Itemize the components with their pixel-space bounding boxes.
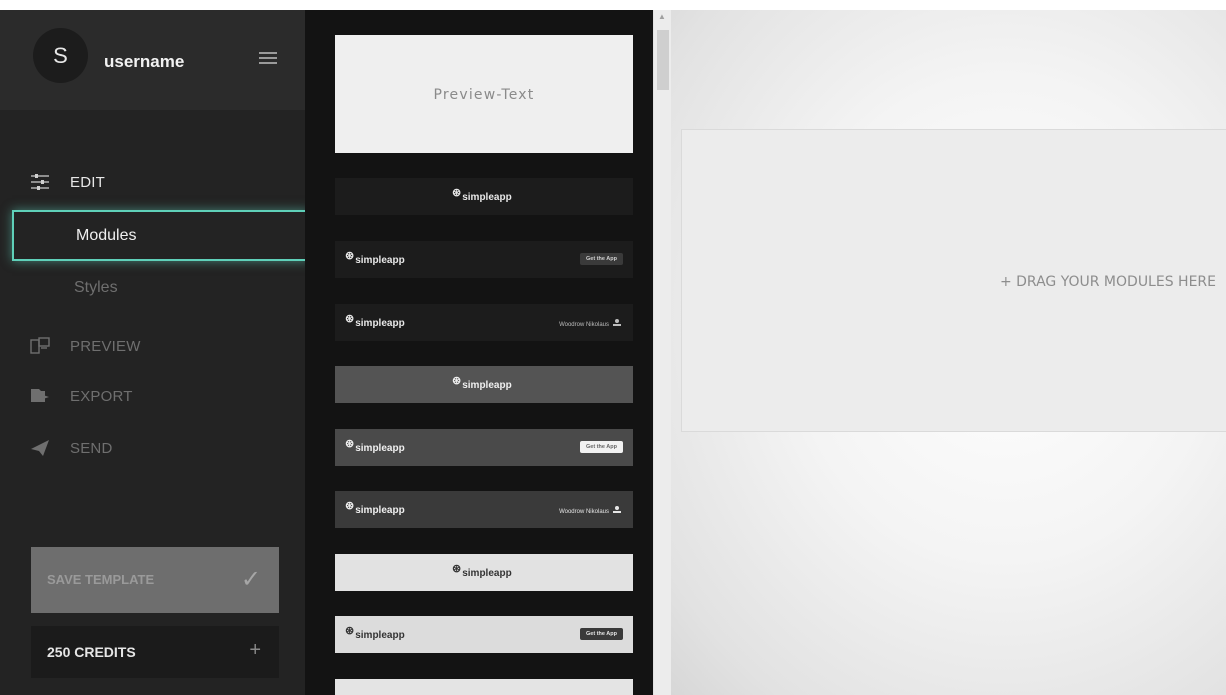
author-label: Woodrow Nikolaus — [559, 319, 621, 328]
module-header-gray-centered[interactable]: ⊛simpleapp — [335, 366, 633, 403]
sidebar: S username EDIT Modules Styles PREVIEW E… — [0, 10, 309, 695]
credits-bar: 250 CREDITS + — [31, 626, 279, 678]
user-icon — [613, 506, 621, 513]
brand-logo: ⊛simpleapp — [452, 563, 512, 579]
drop-hint: + DRAG YOUR MODULES HERE — [999, 274, 1216, 290]
preview-text-label: Preview-Text — [433, 87, 535, 103]
username: username — [104, 52, 185, 71]
module-header-dark-cta[interactable]: ⊛simpleapp Get the App — [335, 241, 633, 278]
scroll-up-icon[interactable]: ▲ — [658, 12, 666, 21]
template-canvas: + DRAG YOUR MODULES HERE — [671, 10, 1226, 695]
brand-logo: ⊛simpleapp — [452, 187, 512, 203]
sliders-icon — [31, 174, 49, 190]
module-header-light-cta[interactable]: ⊛simpleapp Get the App — [335, 616, 633, 653]
module-header-gray-cta[interactable]: ⊛simpleapp Get the App — [335, 429, 633, 466]
get-app-button: Get the App — [580, 628, 623, 640]
nav-preview-label: PREVIEW — [70, 337, 141, 355]
brand-logo: ⊛simpleapp — [345, 625, 405, 641]
brand-logo: ⊛simpleapp — [345, 250, 405, 266]
devices-icon — [30, 337, 50, 354]
export-icon — [31, 389, 49, 402]
nav-edit[interactable]: EDIT — [0, 162, 305, 202]
save-template-label: SAVE TEMPLATE — [47, 572, 155, 587]
author-label: Woodrow Nikolaus — [559, 506, 621, 515]
hamburger-menu-icon[interactable] — [259, 52, 277, 64]
get-app-button: Get the App — [580, 253, 623, 265]
brand-logo: ⊛simpleapp — [345, 313, 405, 329]
nav-send[interactable]: SEND — [0, 428, 305, 468]
nav-modules[interactable]: Modules — [12, 210, 309, 261]
nav-modules-label: Modules — [76, 227, 137, 244]
get-app-button: Get the App — [580, 441, 623, 453]
nav-edit-label: EDIT — [70, 173, 105, 191]
module-list-scrollbar[interactable]: ▲ — [653, 10, 671, 695]
user-icon — [613, 319, 621, 326]
module-header-light-user[interactable] — [335, 679, 633, 695]
module-header-light-centered[interactable]: ⊛simpleapp — [335, 554, 633, 591]
paper-plane-icon — [31, 440, 49, 456]
avatar[interactable]: S — [33, 28, 88, 83]
module-header-dark-centered[interactable]: ⊛simpleapp — [335, 178, 633, 215]
scrollbar-thumb[interactable] — [657, 30, 669, 90]
nav-export[interactable]: EXPORT — [0, 376, 305, 416]
check-icon: ✓ — [240, 566, 261, 593]
module-preview-text[interactable]: Preview-Text — [335, 35, 633, 153]
brand-logo: ⊛simpleapp — [452, 375, 512, 391]
module-header-dark-user[interactable]: ⊛simpleapp Woodrow Nikolaus — [335, 304, 633, 341]
add-credits-icon[interactable]: + — [249, 639, 261, 662]
save-template-button[interactable]: SAVE TEMPLATE ✓ — [31, 547, 279, 613]
brand-logo: ⊛simpleapp — [345, 500, 405, 516]
nav-send-label: SEND — [70, 439, 113, 457]
template-builder: S username EDIT Modules Styles PREVIEW E… — [0, 10, 1226, 695]
nav-export-label: EXPORT — [70, 387, 133, 405]
nav-styles[interactable]: Styles — [74, 279, 118, 297]
user-bar: S username — [0, 10, 305, 110]
module-list: Preview-Text ⊛simpleapp ⊛simpleapp Get t… — [305, 10, 653, 695]
brand-logo: ⊛simpleapp — [345, 438, 405, 454]
module-drop-zone[interactable]: + DRAG YOUR MODULES HERE — [681, 129, 1226, 432]
module-header-darkgray-user[interactable]: ⊛simpleapp Woodrow Nikolaus — [335, 491, 633, 528]
credits-label: 250 CREDITS — [47, 644, 136, 660]
nav-preview[interactable]: PREVIEW — [0, 326, 305, 366]
